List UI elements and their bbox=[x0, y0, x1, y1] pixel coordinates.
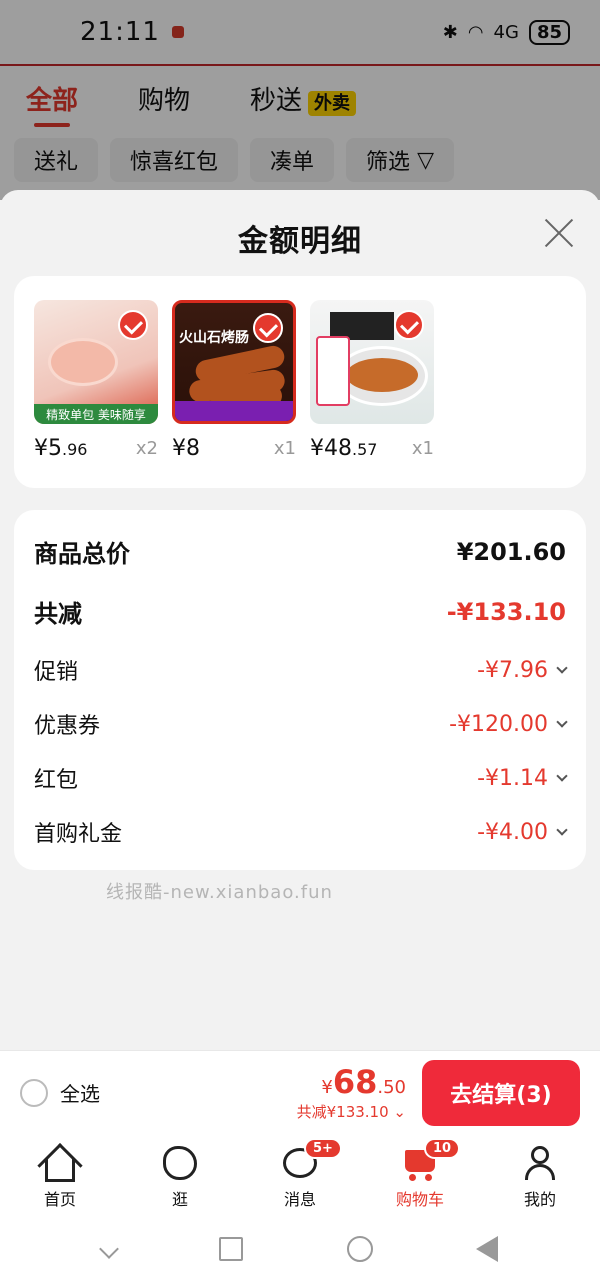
nav-label: 逛 bbox=[171, 1190, 188, 1209]
chevron-down-icon bbox=[556, 662, 568, 674]
product-image bbox=[310, 300, 434, 424]
row-coupon[interactable]: 优惠券 -¥120.00 bbox=[34, 708, 568, 740]
row-value: ¥201.60 bbox=[456, 537, 566, 566]
row-promotion[interactable]: 促销 -¥7.96 bbox=[34, 654, 568, 686]
message-badge: 5+ bbox=[304, 1138, 342, 1159]
nav-messages[interactable]: 5+ 消息 bbox=[240, 1134, 360, 1214]
chevron-down-icon bbox=[556, 770, 568, 782]
price-detail-card: 商品总价 ¥201.60 共减 -¥133.10 促销 -¥7.96 优惠券 -… bbox=[14, 510, 586, 870]
row-value: -¥4.00 bbox=[477, 819, 548, 845]
row-first-purchase[interactable]: 首购礼金 -¥4.00 bbox=[34, 816, 568, 848]
user-icon bbox=[521, 1144, 559, 1182]
product-image: 精致单包 美味随享 bbox=[34, 300, 158, 424]
bottom-nav: 首页 逛 5+ 消息 10 购物车 我的 bbox=[0, 1134, 600, 1214]
pay-int: 68 bbox=[332, 1063, 378, 1101]
nav-label: 购物车 bbox=[395, 1190, 444, 1209]
overlay-scrim[interactable] bbox=[0, 0, 600, 200]
chevron-down-icon bbox=[556, 716, 568, 728]
cart-badge: 10 bbox=[424, 1138, 461, 1159]
product-price: ¥48.57 bbox=[310, 436, 377, 461]
chevron-down-icon: ⌄ bbox=[393, 1103, 406, 1121]
price-frac: .96 bbox=[62, 440, 88, 459]
row-red-packet[interactable]: 红包 -¥1.14 bbox=[34, 762, 568, 794]
row-value: -¥1.14 bbox=[477, 765, 548, 791]
amount-detail-sheet: 金额明细 精致单包 美味随享 ¥5.96 x2 火山石烤肠 ¥8 x1 ¥48.… bbox=[0, 190, 600, 1050]
product-qty: x1 bbox=[411, 438, 434, 459]
price-int: ¥5 bbox=[34, 436, 62, 461]
nav-cart[interactable]: 10 购物车 bbox=[360, 1134, 480, 1214]
row-label: 促销 bbox=[34, 660, 79, 685]
product-banner: 火山石烤肠 bbox=[179, 330, 249, 346]
nav-me[interactable]: 我的 bbox=[480, 1134, 600, 1214]
nav-label: 我的 bbox=[523, 1190, 556, 1209]
row-value: -¥120.00 bbox=[449, 711, 548, 737]
collapse-icon[interactable] bbox=[98, 1238, 119, 1259]
products-card: 精致单包 美味随享 ¥5.96 x2 火山石烤肠 ¥8 x1 ¥48.57 x1 bbox=[14, 276, 586, 488]
product-price: ¥8 bbox=[172, 436, 200, 461]
row-value-wrap: -¥4.00 bbox=[477, 819, 568, 845]
product-price: ¥5.96 bbox=[34, 436, 87, 461]
pay-symbol: ¥ bbox=[321, 1077, 333, 1098]
sheet-title: 金额明细 bbox=[238, 224, 362, 259]
recents-icon[interactable] bbox=[219, 1236, 244, 1261]
close-icon[interactable] bbox=[544, 218, 574, 248]
row-label: 商品总价 bbox=[34, 540, 130, 568]
system-nav bbox=[0, 1214, 600, 1283]
product-item[interactable]: 精致单包 美味随享 ¥5.96 x2 bbox=[34, 300, 158, 488]
discount-summary: 共减¥133.10 ⌄ bbox=[297, 1101, 406, 1122]
select-all-radio[interactable] bbox=[20, 1078, 48, 1107]
watermark: 线报酷-new.xianbao.fun bbox=[106, 882, 333, 903]
row-value: -¥7.96 bbox=[477, 657, 548, 683]
product-item[interactable]: 火山石烤肠 ¥8 x1 bbox=[172, 300, 296, 488]
checkout-bar: 全选 ¥68.50 共减¥133.10 ⌄ 去结算(3) bbox=[0, 1050, 600, 1134]
row-value: -¥133.10 bbox=[446, 597, 566, 626]
checkmark-icon bbox=[118, 310, 148, 340]
pay-frac: .50 bbox=[377, 1077, 406, 1098]
row-value-wrap: -¥120.00 bbox=[449, 711, 568, 737]
checkmark-icon bbox=[253, 313, 283, 343]
payment-summary[interactable]: ¥68.50 共减¥133.10 ⌄ bbox=[297, 1063, 406, 1122]
nav-label: 首页 bbox=[43, 1190, 76, 1209]
product-image: 火山石烤肠 bbox=[172, 300, 296, 424]
nav-home[interactable]: 首页 bbox=[0, 1134, 120, 1214]
row-value-wrap: -¥1.14 bbox=[477, 765, 568, 791]
product-qty: x1 bbox=[273, 438, 296, 459]
row-value-wrap: -¥7.96 bbox=[477, 657, 568, 683]
browse-icon bbox=[161, 1144, 199, 1182]
pay-amount: ¥68.50 bbox=[297, 1063, 406, 1101]
price-frac: .57 bbox=[352, 440, 378, 459]
product-banner: 精致单包 美味随享 bbox=[34, 404, 158, 424]
row-label: 首购礼金 bbox=[34, 822, 123, 847]
price-int: ¥48 bbox=[310, 436, 352, 461]
nav-label: 消息 bbox=[283, 1190, 316, 1209]
product-item[interactable]: ¥48.57 x1 bbox=[310, 300, 434, 488]
row-total-discount: 共减 -¥133.10 bbox=[34, 594, 566, 629]
select-all-label: 全选 bbox=[60, 1082, 100, 1106]
product-qty: x2 bbox=[135, 438, 158, 459]
settle-button[interactable]: 去结算(3) bbox=[422, 1059, 580, 1126]
back-icon[interactable] bbox=[476, 1235, 499, 1262]
home-button-icon[interactable] bbox=[346, 1235, 373, 1262]
row-total: 商品总价 ¥201.60 bbox=[34, 534, 566, 569]
home-icon bbox=[37, 1143, 83, 1189]
checkmark-icon bbox=[394, 310, 424, 340]
price-int: ¥8 bbox=[172, 436, 200, 461]
select-all-toggle[interactable]: 全选 bbox=[20, 1078, 100, 1107]
chevron-down-icon bbox=[556, 824, 568, 836]
row-label: 红包 bbox=[34, 768, 79, 793]
row-label: 共减 bbox=[34, 600, 82, 628]
row-label: 优惠券 bbox=[34, 714, 101, 739]
nav-browse[interactable]: 逛 bbox=[120, 1134, 240, 1214]
discount-text: 共减¥133.10 bbox=[296, 1103, 389, 1121]
